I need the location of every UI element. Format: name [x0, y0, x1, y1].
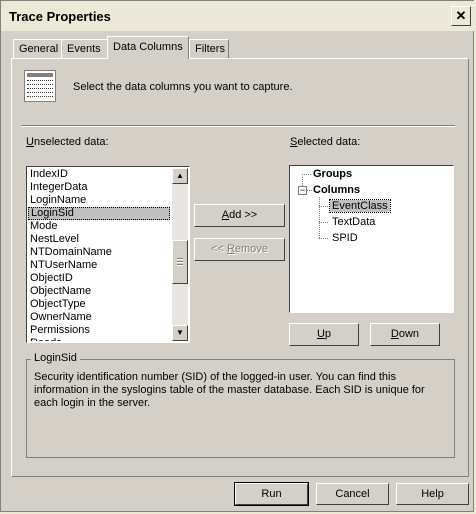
- tree-connector: [307, 190, 312, 191]
- tab-data-columns-label: Data Columns: [113, 41, 183, 53]
- tab-filters-label: Filters: [195, 43, 225, 55]
- list-item[interactable]: Mode: [28, 220, 170, 233]
- tree-node-eventclass[interactable]: EventClass: [329, 199, 391, 213]
- close-icon: ✕: [455, 8, 467, 23]
- cancel-button[interactable]: Cancel: [316, 483, 389, 505]
- tree-connector: [319, 222, 328, 223]
- tab-events-label: Events: [67, 43, 101, 55]
- close-button[interactable]: ✕: [451, 6, 471, 26]
- list-item[interactable]: Reads: [28, 337, 170, 341]
- list-item[interactable]: ObjectName: [28, 285, 170, 298]
- unselected-data-list[interactable]: IndexID IntegerData LoginName LoginSid Mode N…: [26, 166, 190, 343]
- data-columns-grid-icon: [24, 70, 56, 102]
- help-button[interactable]: Help: [396, 483, 469, 505]
- list-item[interactable]: LoginName: [28, 194, 170, 207]
- tab-filters[interactable]: Filters: [189, 39, 229, 58]
- tree-node-columns[interactable]: Columns: [313, 184, 360, 196]
- tree-connector: [319, 206, 328, 207]
- divider: [21, 125, 455, 127]
- run-button[interactable]: Run: [234, 482, 309, 506]
- remove-button[interactable]: << Remove: [194, 238, 285, 261]
- window-title: Trace Properties: [9, 9, 111, 24]
- list-item[interactable]: NTUserName: [28, 259, 170, 272]
- list-item[interactable]: ObjectID: [28, 272, 170, 285]
- add-button[interactable]: Add >>: [194, 204, 285, 227]
- description-title: LoginSid: [31, 352, 80, 364]
- tree-node-spid[interactable]: SPID: [332, 232, 358, 244]
- list-item[interactable]: NTDomainName: [28, 246, 170, 259]
- list-scrollbar[interactable]: ▲ ▼: [172, 168, 188, 341]
- title-bar: Trace Properties ✕: [1, 1, 475, 31]
- tree-node-textdata[interactable]: TextData: [332, 216, 375, 228]
- list-item[interactable]: IntegerData: [28, 181, 170, 194]
- tab-general-label: General: [19, 43, 59, 55]
- up-button[interactable]: Up: [289, 323, 359, 346]
- tree-connector: [319, 197, 320, 238]
- list-item[interactable]: OwnerName: [28, 311, 170, 324]
- tab-events[interactable]: Events: [61, 39, 108, 58]
- collapse-icon[interactable]: −: [298, 186, 307, 195]
- tab-general[interactable]: General: [13, 39, 62, 58]
- scroll-up-button[interactable]: ▲: [172, 168, 188, 184]
- scroll-thumb[interactable]: [172, 240, 188, 284]
- tree-connector: [302, 174, 311, 175]
- list-item[interactable]: Permissions: [28, 324, 170, 337]
- list-item[interactable]: IndexID: [28, 168, 170, 181]
- selected-data-label: Selected data:: [290, 136, 361, 148]
- tab-data-columns[interactable]: Data Columns: [107, 36, 189, 59]
- list-item[interactable]: LoginSid: [28, 207, 170, 220]
- down-button[interactable]: Down: [370, 323, 440, 346]
- scroll-up-icon: ▲: [176, 171, 184, 180]
- scroll-down-icon: ▼: [176, 328, 184, 337]
- unselected-list-items: IndexID IntegerData LoginName LoginSid Mode N…: [28, 168, 170, 341]
- scroll-down-button[interactable]: ▼: [172, 325, 188, 341]
- list-item[interactable]: NestLevel: [28, 233, 170, 246]
- intro-text: Select the data columns you want to capt…: [73, 81, 293, 93]
- list-item[interactable]: ObjectType: [28, 298, 170, 311]
- tree-connector: [319, 238, 328, 239]
- unselected-data-label: Unselected data:: [26, 136, 109, 148]
- description-text: Security identification number (SID) of …: [34, 371, 425, 409]
- tree-node-groups[interactable]: Groups: [313, 168, 352, 180]
- trace-properties-dialog: Trace Properties ✕ General Events Data C…: [0, 0, 475, 512]
